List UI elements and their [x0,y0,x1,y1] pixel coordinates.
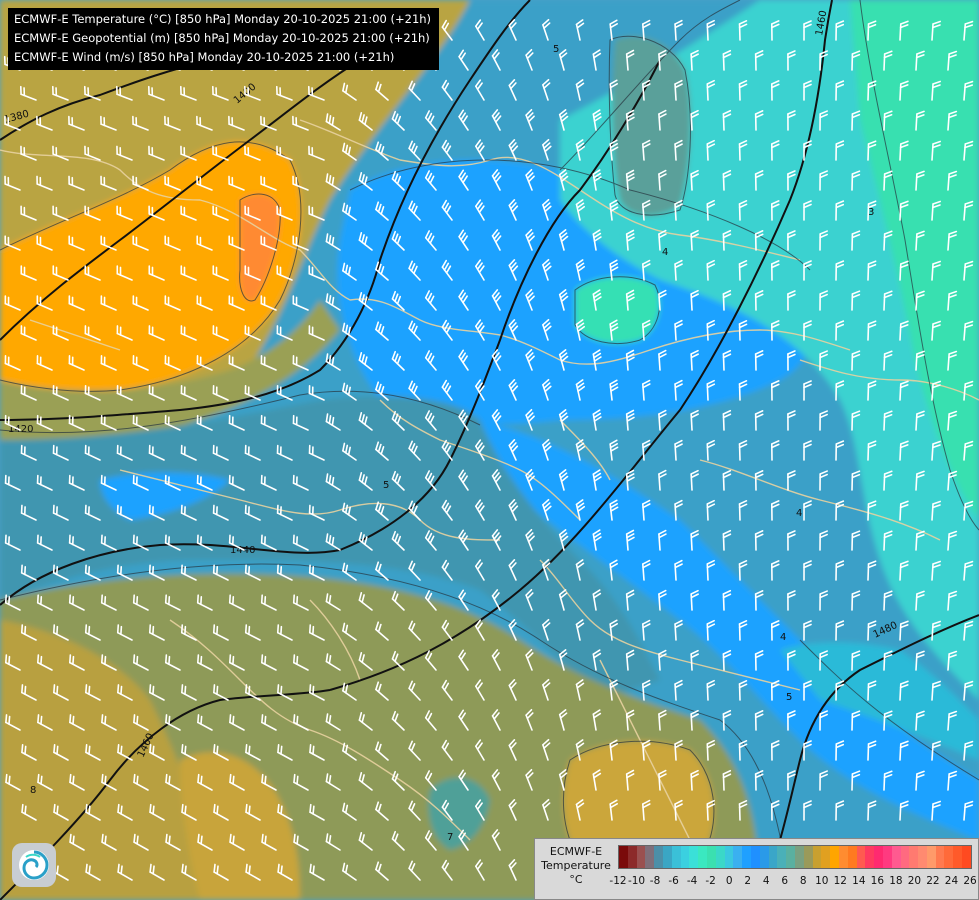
legend-tick: -4 [686,875,698,887]
header-wind-line: ECMWF-E Wind (m/s) [850 hPa] Monday 20-1… [14,50,395,64]
legend-swatch [619,846,628,868]
legend-swatch [882,846,892,868]
legend-swatch [715,846,725,868]
legend-title-variable: Temperature [541,859,611,872]
legend-swatch [953,846,963,868]
legend-unit: °C [569,873,583,886]
legend-swatch [909,846,919,868]
legend-swatch [636,846,646,868]
legend-tick: 4 [762,875,770,887]
legend-tick: 12 [833,875,847,887]
swirl-icon [19,850,49,880]
legend-tick: 20 [907,875,922,887]
legend-tick: 2 [744,875,752,887]
legend-swatch [698,846,707,868]
legend-swatch [926,846,936,868]
header-temperature-line: ECMWF-E Temperature (°C) [850 hPa] Monda… [14,12,432,26]
legend-swatch [671,846,681,868]
legend-tick: -12 [609,875,627,887]
isohypse-label: 1440 [230,545,255,556]
legend-swatch [794,846,804,868]
header-geopotential-line: ECMWF-E Geopotential (m) [850 hPa] Monda… [14,31,430,45]
ecmwf-logo [12,843,56,887]
isotherm-label: 4 [662,247,668,258]
legend-tick: 22 [926,875,940,887]
isotherm-label: 7 [447,832,453,843]
legend-swatch [821,846,831,868]
legend-swatch [654,846,663,868]
legend-swatch [768,846,778,868]
legend-swatch [777,846,787,868]
legend-swatch [786,846,795,868]
legend-swatch [680,846,690,868]
legend-swatch [935,846,945,868]
legend-title: ECMWF-E Temperature °C [537,845,615,887]
legend-tick: -6 [668,875,679,887]
legend-swatch [750,846,760,868]
legend-tick: -2 [705,875,716,887]
legend-swatch [759,846,769,868]
temperature-map[interactable]: 1380 1400 1420 1440 1460 1460 1480 5 4 3… [0,0,979,900]
legend-tick: 6 [781,875,789,887]
isotherm-label: 4 [780,632,786,643]
legend-tick: -10 [627,875,646,887]
legend-tick-labels: -12 -10 -8 -6 -4 -2 0 2 4 6 8 10 12 14 16 18 20 22 24 26 [609,875,976,889]
legend-swatch [733,846,743,868]
legend-swatch [706,846,716,868]
isotherm-label: 5 [383,480,389,491]
legend-swatch [856,846,866,868]
legend-tick: 18 [889,875,903,887]
legend-tick: 10 [815,875,829,887]
legend-swatch [689,846,699,868]
legend-tick: 26 [963,875,977,887]
legend-swatch [944,846,954,868]
legend-swatch [812,846,822,868]
legend-swatch [724,846,734,868]
legend-swatch [900,846,910,868]
legend-swatch [918,846,927,868]
isotherm-label: 4 [796,508,802,519]
legend-tick: 8 [799,875,807,887]
isotherm-label: 5 [553,44,559,55]
legend-swatch [962,846,971,868]
legend-swatch [645,846,655,868]
temperature-fill [0,0,979,900]
isotherm-label: 5 [786,692,792,703]
legend-tick: 24 [944,875,959,887]
legend-swatch [662,846,672,868]
legend-swatch [627,846,637,868]
legend-swatch [865,846,875,868]
legend-swatch [830,846,839,868]
isotherm-label: 8 [30,785,36,796]
legend-tick: 0 [725,875,733,887]
legend-tick: -8 [649,875,661,887]
legend-swatch [874,846,883,868]
temperature-legend: ECMWF-E Temperature °C -12 -10 -8 -6 -4 -2 0 2 4… [534,838,979,900]
legend-tick: 16 [870,875,885,887]
legend-swatch [742,846,751,868]
legend-swatch [891,846,901,868]
legend-swatch [847,846,857,868]
map-header: ECMWF-E Temperature (°C) [850 hPa] Monda… [8,8,440,70]
legend-color-bar [618,845,972,869]
legend-swatch [838,846,848,868]
legend-tick: 14 [852,875,866,887]
legend-title-model: ECMWF-E [549,845,603,858]
legend-swatch [803,846,813,868]
